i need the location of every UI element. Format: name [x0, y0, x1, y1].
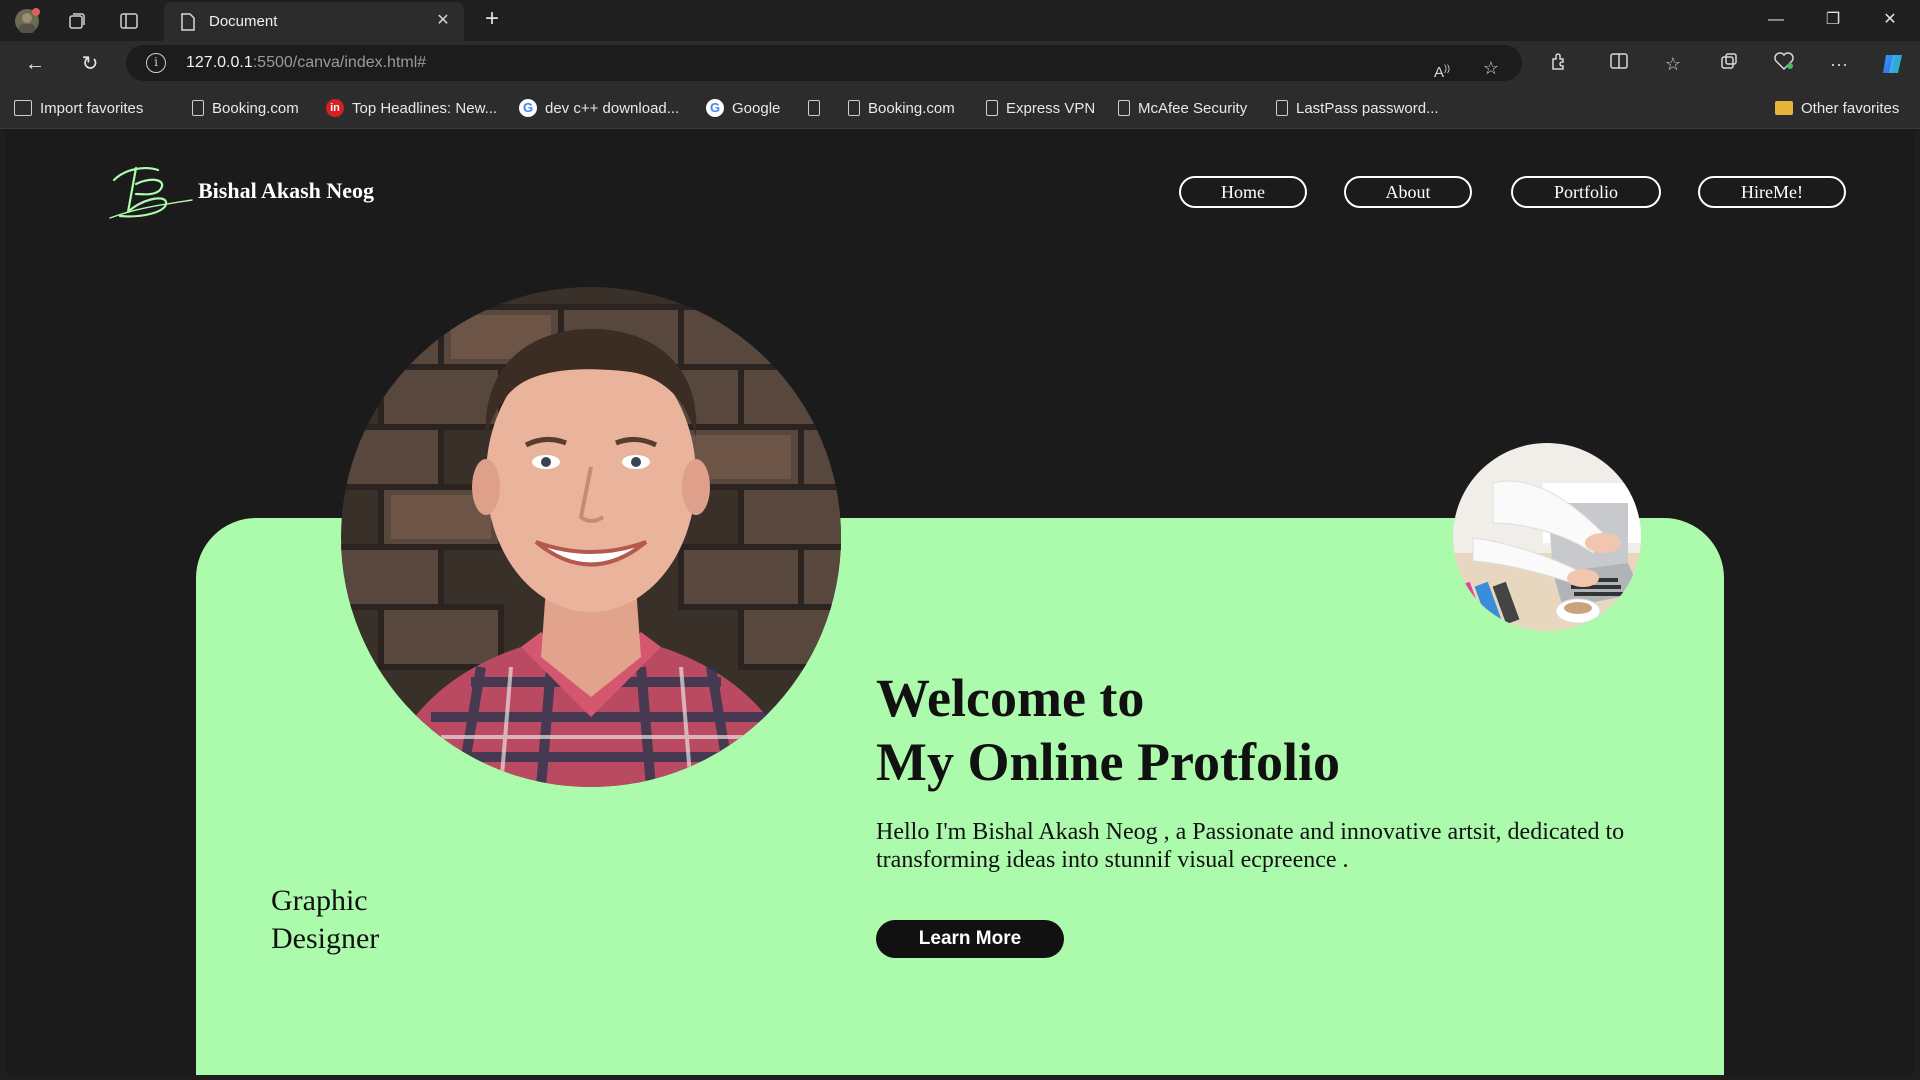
favorite-devcpp[interactable]: Gdev c++ download...	[519, 97, 679, 119]
tab-title: Document	[209, 13, 278, 30]
collections-icon[interactable]	[1716, 51, 1742, 77]
laptop-photo	[1453, 443, 1641, 631]
nav-portfolio-button[interactable]: Portfolio	[1511, 176, 1661, 208]
favorite-google[interactable]: G Google	[706, 97, 780, 119]
role-line-2: Designer	[271, 922, 380, 955]
logo-icon[interactable]	[106, 160, 196, 222]
address-bar: ← ↻ i 127.0.0.1:5500/canva/index.html# A…	[0, 41, 1920, 86]
page-icon	[986, 100, 998, 116]
nav-home-button[interactable]: Home	[1179, 176, 1307, 208]
google-icon: G	[706, 99, 724, 117]
split-screen-icon[interactable]	[1606, 51, 1632, 77]
avatar-icon[interactable]	[14, 8, 40, 34]
page-icon	[808, 100, 820, 116]
import-icon	[14, 100, 32, 116]
favorite-expressvpn[interactable]: Express VPN	[986, 97, 1095, 119]
favorites-icon[interactable]: ☆	[1660, 51, 1686, 77]
learn-more-button[interactable]: Learn More	[876, 920, 1064, 958]
intro-text: Hello I'm Bishal Akash Neog , a Passiona…	[876, 819, 1625, 873]
favorite-other-folder[interactable]: Other favorites	[1775, 97, 1899, 119]
tab-document[interactable]: Document ✕	[164, 2, 464, 41]
page-icon	[192, 100, 204, 116]
star-icon[interactable]: ☆	[1478, 55, 1504, 81]
copilot-icon[interactable]	[1880, 51, 1906, 77]
read-aloud-icon[interactable]: A))	[1429, 55, 1455, 81]
favorite-booking[interactable]: Booking.com	[192, 97, 299, 119]
welcome-line-1: Welcome to	[876, 668, 1145, 728]
role-title: Graphic Designer	[271, 882, 379, 958]
portrait-photo	[341, 287, 841, 787]
plus-icon[interactable]: +	[478, 6, 506, 34]
page-icon	[1276, 100, 1288, 116]
google-icon: G	[519, 99, 537, 117]
site-name[interactable]: Bishal Akash Neog	[198, 178, 374, 204]
favorite-headlines[interactable]: in Top Headlines: New...	[326, 97, 497, 119]
close-icon[interactable]: ✕	[432, 10, 454, 32]
page-icon	[848, 100, 860, 116]
document-icon	[180, 13, 196, 36]
window-close-icon[interactable]: ✕	[1870, 6, 1910, 34]
workspaces-icon[interactable]	[64, 8, 90, 34]
favorite-blank[interactable]	[808, 97, 828, 119]
url-field[interactable]: i 127.0.0.1:5500/canva/index.html# A)) ☆	[126, 45, 1522, 81]
welcome-line-2: My Online Protfolio	[876, 732, 1340, 792]
page-icon	[1118, 100, 1130, 116]
back-icon[interactable]: ←	[21, 50, 49, 78]
restore-icon[interactable]: ❐	[1813, 6, 1853, 34]
refresh-icon[interactable]: ↻	[76, 50, 104, 78]
extensions-icon[interactable]	[1546, 51, 1572, 77]
more-icon[interactable]: ···	[1826, 51, 1852, 77]
favorite-mcafee[interactable]: McAfee Security	[1118, 97, 1247, 119]
favorite-booking-2[interactable]: Booking.com	[848, 97, 955, 119]
favorite-import[interactable]: Import favorites	[14, 97, 143, 119]
tab-actions-icon[interactable]	[116, 8, 142, 34]
health-icon[interactable]	[1771, 51, 1797, 77]
role-line-1: Graphic	[271, 884, 368, 917]
welcome-heading: Welcome to My Online Protfolio	[876, 666, 1340, 794]
news-icon: in	[326, 99, 344, 117]
favorites-bar: Import favorites Booking.com in Top Headl…	[0, 86, 1920, 129]
nav-hireme-button[interactable]: HireMe!	[1698, 176, 1846, 208]
nav-about-button[interactable]: About	[1344, 176, 1472, 208]
folder-icon	[1775, 101, 1793, 115]
web-page: Bishal Akash Neog Home About Portfolio H…	[6, 130, 1914, 1075]
info-icon[interactable]: i	[146, 53, 166, 73]
tab-bar: Document ✕ + — ❐ ✕	[0, 0, 1920, 41]
favorite-lastpass[interactable]: LastPass password...	[1276, 97, 1439, 119]
url-text[interactable]: 127.0.0.1:5500/canva/index.html#	[186, 54, 426, 72]
minimize-icon[interactable]: —	[1756, 6, 1796, 34]
